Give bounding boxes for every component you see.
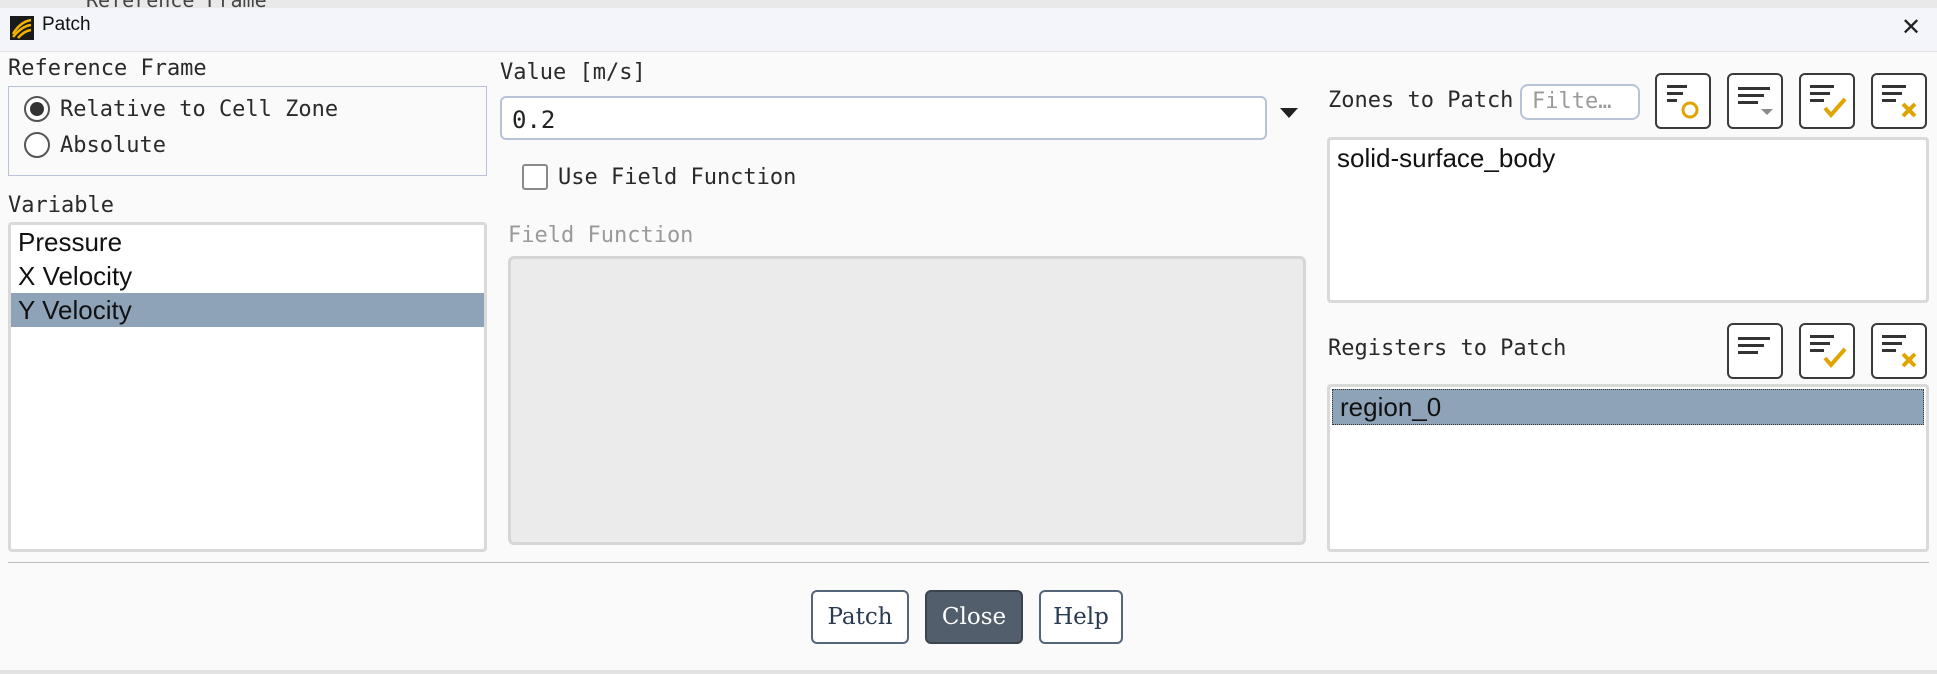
value-label: Value [m/s] [500, 60, 646, 85]
select-all-icon[interactable] [1799, 323, 1855, 379]
registers-to-patch-label: Registers to Patch [1328, 336, 1567, 361]
list-item-x-velocity[interactable]: X Velocity [11, 259, 484, 293]
list-item-pressure[interactable]: Pressure [11, 225, 484, 259]
zones-list[interactable]: solid-surface_body [1327, 137, 1929, 303]
close-button[interactable]: Close [925, 590, 1023, 644]
list-item-y-velocity[interactable]: Y Velocity [11, 293, 484, 327]
deselect-all-icon[interactable] [1871, 323, 1927, 379]
radio-button-checked[interactable] [24, 96, 50, 122]
app-icon [10, 16, 34, 40]
radio-relative-to-cell-zone[interactable]: Relative to Cell Zone [24, 96, 338, 122]
zones-filter-input[interactable]: Filte… [1520, 84, 1640, 120]
radio-label-relative: Relative to Cell Zone [60, 96, 339, 122]
background-window-text: Reference Frame [86, 0, 267, 8]
filter-match-icon[interactable] [1655, 73, 1711, 129]
checkbox[interactable] [522, 164, 548, 190]
use-field-function-label: Use Field Function [558, 164, 797, 190]
filter-dropdown-icon[interactable] [1727, 323, 1783, 379]
use-field-function-checkbox[interactable]: Use Field Function [522, 164, 796, 190]
bottom-edge [0, 670, 1937, 674]
variable-label: Variable [8, 193, 114, 218]
separator [8, 562, 1929, 563]
deselect-all-icon[interactable] [1871, 73, 1927, 129]
radio-button-unchecked[interactable] [24, 132, 50, 158]
value-input[interactable]: 0.2 [500, 96, 1267, 140]
filter-dropdown-icon[interactable] [1727, 73, 1783, 129]
radio-label-absolute: Absolute [60, 132, 166, 158]
title-bar [0, 8, 1937, 52]
list-item-region-0[interactable]: region_0 [1332, 389, 1924, 425]
zones-to-patch-label: Zones to Patch [1328, 88, 1514, 113]
radio-absolute[interactable]: Absolute [24, 132, 166, 158]
background-window: Reference Frame [0, 0, 1937, 8]
patch-button[interactable]: Patch [811, 590, 909, 644]
reference-frame-label: Reference Frame [8, 56, 207, 81]
registers-list[interactable]: region_0 [1327, 384, 1929, 552]
select-all-icon[interactable] [1799, 73, 1855, 129]
help-button[interactable]: Help [1039, 590, 1123, 644]
variable-list[interactable]: Pressure X Velocity Y Velocity [8, 222, 487, 552]
close-icon[interactable]: ✕ [1896, 12, 1926, 42]
field-function-box [508, 256, 1306, 545]
value-dropdown-caret-icon[interactable] [1280, 108, 1298, 118]
field-function-label: Field Function [508, 223, 694, 248]
window-title: Patch [42, 14, 91, 35]
list-item-solid-surface-body[interactable]: solid-surface_body [1330, 141, 1926, 175]
